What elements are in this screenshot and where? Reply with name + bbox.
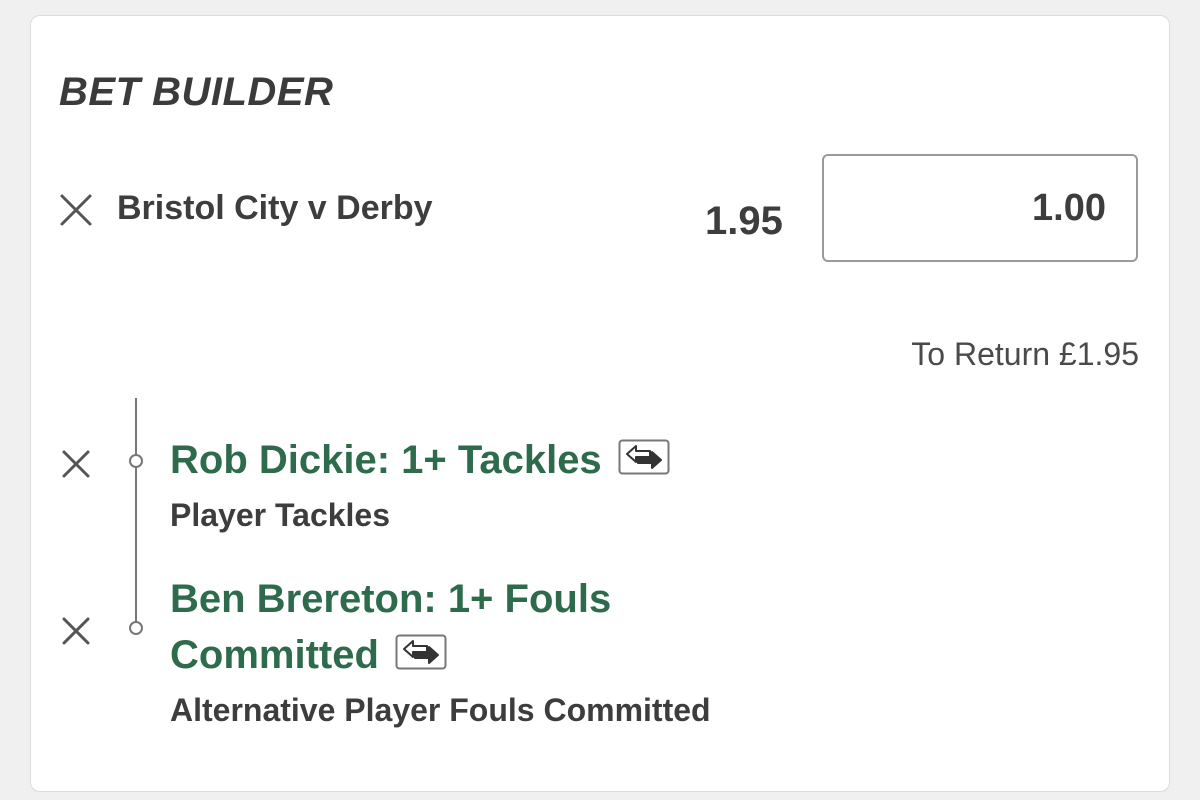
selection-title-line2: Committed bbox=[170, 633, 379, 677]
selection-market: Alternative Player Fouls Committed bbox=[170, 692, 711, 728]
swap-icon[interactable] bbox=[395, 634, 447, 670]
remove-match-close-icon[interactable] bbox=[58, 192, 94, 228]
selection-timeline-line bbox=[135, 398, 137, 634]
selection-title-line1: Ben Brereton: 1+ Fouls bbox=[170, 577, 612, 621]
stake-field[interactable] bbox=[822, 154, 1138, 262]
to-return-text: To Return £1.95 bbox=[911, 336, 1139, 372]
stake-input[interactable] bbox=[824, 156, 1136, 260]
selection-title: Rob Dickie: 1+ Tackles bbox=[170, 432, 670, 488]
timeline-node bbox=[129, 621, 143, 635]
timeline-node bbox=[129, 454, 143, 468]
panel-title: BET BUILDER bbox=[59, 70, 334, 114]
remove-selection-close-icon[interactable] bbox=[61, 449, 91, 479]
remove-selection-close-icon[interactable] bbox=[61, 616, 91, 646]
selection-title: Ben Brereton: 1+ Fouls Committed bbox=[170, 571, 611, 683]
swap-icon[interactable] bbox=[618, 439, 670, 475]
selection-market: Player Tackles bbox=[170, 497, 391, 533]
selection-title-text: Rob Dickie: 1+ Tackles bbox=[170, 438, 602, 482]
combined-odds: 1.95 bbox=[705, 199, 783, 243]
bet-builder-card: BET BUILDER Bristol City v Derby 1.95 To… bbox=[30, 15, 1170, 792]
match-name: Bristol City v Derby bbox=[117, 189, 433, 227]
